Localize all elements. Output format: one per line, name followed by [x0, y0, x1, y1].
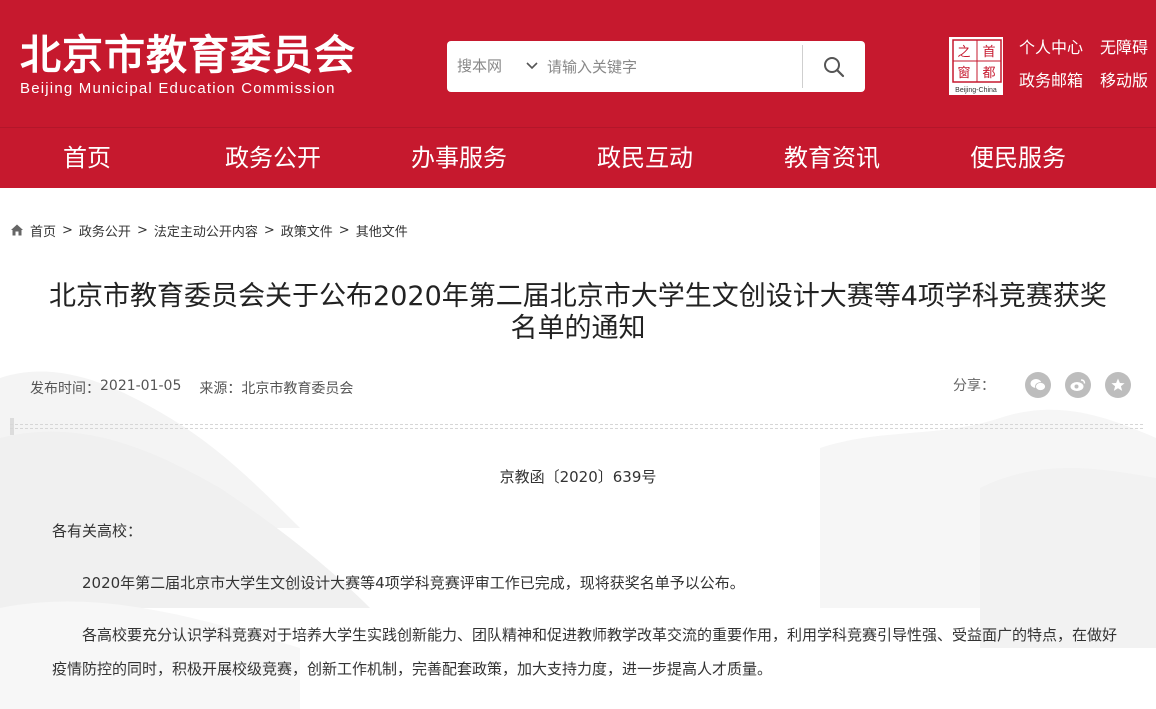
search-bar: 搜本网	[447, 41, 865, 92]
breadcrumb-separator: >	[263, 222, 275, 238]
search-scope-select[interactable]: 搜本网	[457, 41, 502, 92]
weibo-icon	[1070, 379, 1086, 391]
search-icon	[824, 56, 845, 77]
logo-chinese-name: 北京市教育委员会	[20, 31, 356, 79]
salutation: 各有关高校：	[52, 522, 143, 540]
article-meta: 发布时间： 2021-01-05 来源： 北京市教育委员会	[30, 378, 353, 398]
article-title: 北京市教育委员会关于公布2020年第二届北京市大学生文创设计大赛等4项学科竞赛获…	[10, 281, 1146, 345]
article-title-line-1: 北京市教育委员会关于公布2020年第二届北京市大学生文创设计大赛等4项学科竞赛获…	[49, 281, 1107, 312]
breadcrumb-statutory-content[interactable]: 法定主动公开内容	[154, 221, 258, 240]
nav-item-education-news[interactable]: 教育资讯	[739, 128, 925, 189]
svg-text:首: 首	[982, 45, 995, 60]
publish-date-label: 发布时间：	[30, 381, 100, 397]
site-logo[interactable]: 北京市教育委员会 Beijing Municipal Education Com…	[20, 32, 356, 98]
search-input[interactable]	[547, 49, 845, 84]
nav-item-services[interactable]: 办事服务	[366, 128, 552, 189]
wechat-icon	[1030, 379, 1046, 391]
breadcrumb-gov-affairs[interactable]: 政务公开	[79, 221, 131, 240]
document-number: 京教函〔2020〕639号	[499, 468, 657, 486]
article-paragraph-2: 各高校要充分认识学科竞赛对于培养大学生实践创新能力、团队精神和促进教师教学改革交…	[52, 626, 1118, 678]
mobile-version-link[interactable]: 移动版	[1100, 71, 1148, 91]
personal-center-link[interactable]: 个人中心	[1019, 38, 1083, 58]
nav-item-home[interactable]: 首页	[0, 128, 180, 189]
source-name: 北京市教育委员会	[241, 381, 354, 397]
svg-text:之: 之	[957, 45, 970, 60]
breadcrumb-policy-documents[interactable]: 政策文件	[281, 221, 333, 240]
gov-mail-link[interactable]: 政务邮箱	[1019, 71, 1083, 91]
star-icon	[1111, 378, 1125, 391]
article-divider	[10, 424, 1143, 429]
svg-text:窗: 窗	[957, 65, 970, 81]
breadcrumb-separator: >	[338, 222, 350, 238]
nav-item-interaction[interactable]: 政民互动	[552, 128, 738, 189]
capital-window-seal[interactable]: 之 首 窗 都 Beijing-China	[948, 36, 1004, 96]
capital-window-emblem-icon: 之 首 窗 都	[952, 39, 1002, 83]
share-weibo-button[interactable]	[1065, 372, 1091, 398]
nav-item-public-services[interactable]: 便民服务	[925, 128, 1111, 189]
breadcrumb-other-documents[interactable]: 其他文件	[356, 221, 408, 240]
article-paragraph-1: 2020年第二届北京市大学生文创设计大赛等4项学科竞赛评审工作已完成，现将获奖名…	[82, 574, 745, 592]
svg-text:都: 都	[982, 66, 995, 81]
publish-date: 2021-01-05	[100, 378, 182, 394]
source-label: 来源：	[199, 381, 242, 397]
breadcrumb-separator: >	[136, 222, 148, 238]
home-icon	[11, 224, 23, 236]
accessibility-link[interactable]: 无障碍	[1100, 38, 1148, 58]
nav-item-gov-affairs[interactable]: 政务公开	[180, 128, 366, 189]
breadcrumb-home[interactable]: 首页	[30, 221, 56, 240]
main-nav: 首页 政务公开 办事服务 政民互动 教育资讯 便民服务	[0, 127, 1156, 188]
share-favorite-button[interactable]	[1105, 372, 1131, 398]
share-label: 分享：	[953, 378, 995, 394]
breadcrumb: 首页 > 政务公开 > 法定主动公开内容 > 政策文件 > 其他文件	[10, 220, 408, 240]
article-title-line-2: 名单的通知	[510, 313, 646, 344]
site-header: 北京市教育委员会 Beijing Municipal Education Com…	[0, 0, 1156, 127]
chevron-down-icon[interactable]	[524, 58, 540, 74]
share-bar: 分享：	[953, 372, 1145, 398]
share-wechat-button[interactable]	[1025, 372, 1051, 398]
logo-english-name: Beijing Municipal Education Commission	[20, 80, 336, 97]
seal-caption: Beijing-China	[955, 87, 997, 94]
breadcrumb-separator: >	[62, 222, 73, 238]
search-button[interactable]	[803, 41, 865, 92]
